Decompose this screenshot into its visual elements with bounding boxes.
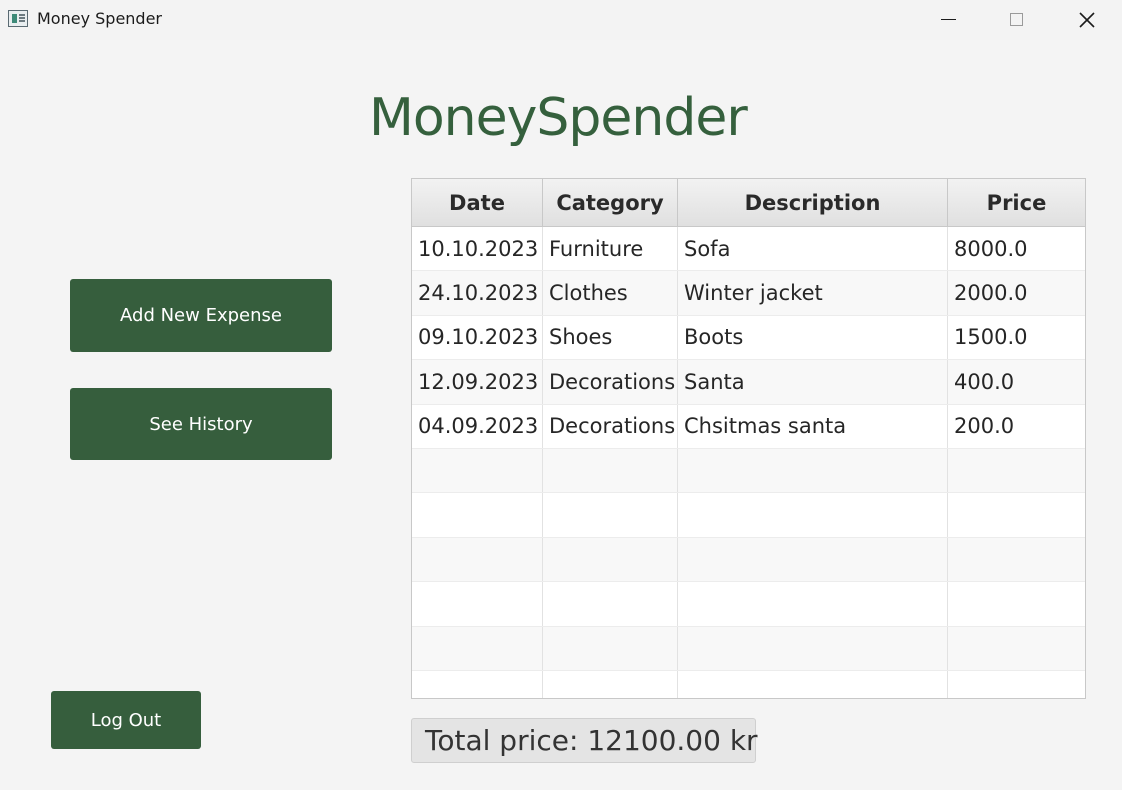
cell-description <box>678 626 948 670</box>
add-new-expense-button[interactable]: Add New Expense <box>70 279 332 352</box>
cell-description: Santa <box>678 360 948 404</box>
cell-date <box>412 582 543 626</box>
app-icon <box>8 10 28 27</box>
window-title: Money Spender <box>37 9 163 28</box>
cell-price <box>948 449 1085 492</box>
cell-price: 1500.0 <box>954 325 1028 350</box>
column-header-price[interactable]: Price <box>948 179 1085 226</box>
cell-description: Sofa <box>678 227 948 271</box>
cell-price <box>948 627 1085 670</box>
cell-category: Shoes <box>543 315 678 360</box>
cell-description <box>678 537 948 582</box>
table-row-empty[interactable] <box>412 537 1085 583</box>
cell-price: 400.0 <box>954 369 1015 394</box>
page-title: MoneySpender <box>369 88 748 148</box>
column-header-description[interactable]: Description <box>678 179 948 226</box>
cell-description <box>678 582 948 626</box>
table-row-empty[interactable] <box>412 670 1085 698</box>
cell-description: Chsitmas santa <box>678 404 948 448</box>
cell-description: Winter jacket <box>678 271 948 315</box>
cell-description: Boots <box>678 315 948 360</box>
cell-category: Decorations <box>543 404 678 448</box>
cell-category <box>543 670 678 698</box>
maximize-button[interactable] <box>994 0 1040 40</box>
close-button[interactable] <box>1064 0 1110 40</box>
cell-price <box>948 538 1085 581</box>
title-bar[interactable]: Money Spender <box>0 0 1122 40</box>
table-row[interactable]: 12.09.2023 Decorations Santa 400.0 <box>412 360 1085 405</box>
cell-category <box>543 448 678 493</box>
table-header: Date Category Description Price <box>412 179 1085 227</box>
cell-date: 24.10.2023 <box>412 271 543 315</box>
table-row[interactable]: 04.09.2023 Decorations Chsitmas santa 20… <box>412 404 1085 449</box>
cell-price <box>948 582 1085 625</box>
app-window: Money Spender MoneySpender Add New Expen… <box>0 0 1122 790</box>
table-row[interactable]: 09.10.2023 Shoes Boots 1500.0 <box>412 315 1085 361</box>
table-row-empty[interactable] <box>412 448 1085 494</box>
cell-category <box>543 493 678 537</box>
cell-date <box>412 493 543 537</box>
column-header-date[interactable]: Date <box>412 179 543 226</box>
cell-price: 2000.0 <box>954 281 1028 306</box>
cell-date: 12.09.2023 <box>412 360 543 404</box>
table-row-empty[interactable] <box>412 582 1085 627</box>
table-body: 10.10.2023 Furniture Sofa 8000.0 24.10.2… <box>412 227 1085 698</box>
cell-category: Furniture <box>543 227 678 271</box>
cell-date <box>412 537 543 582</box>
cell-date: 10.10.2023 <box>412 227 543 271</box>
cell-date <box>412 670 543 698</box>
cell-price <box>948 671 1085 698</box>
log-out-button[interactable]: Log Out <box>51 691 201 749</box>
minimize-button[interactable] <box>925 0 971 40</box>
cell-category: Decorations <box>543 360 678 404</box>
cell-description <box>678 493 948 537</box>
cell-date <box>412 626 543 670</box>
cell-description <box>678 670 948 698</box>
cell-price: 200.0 <box>954 414 1015 439</box>
cell-category <box>543 626 678 670</box>
total-price-label: Total price: 12100.00 kr <box>411 718 758 763</box>
table-row-empty[interactable] <box>412 493 1085 538</box>
table-row-empty[interactable] <box>412 626 1085 671</box>
cell-price <box>948 493 1085 536</box>
table-row[interactable]: 10.10.2023 Furniture Sofa 8000.0 <box>412 227 1085 272</box>
expenses-table[interactable]: Date Category Description Price 10.10.20… <box>411 178 1086 699</box>
cell-category <box>543 582 678 626</box>
column-header-category[interactable]: Category <box>543 179 678 226</box>
table-row[interactable]: 24.10.2023 Clothes Winter jacket 2000.0 <box>412 271 1085 316</box>
cell-category: Clothes <box>543 271 678 315</box>
cell-price: 8000.0 <box>954 236 1028 261</box>
cell-date: 09.10.2023 <box>412 315 543 360</box>
see-history-button[interactable]: See History <box>70 388 332 460</box>
close-icon <box>1079 12 1095 28</box>
cell-category <box>543 537 678 582</box>
cell-date <box>412 448 543 493</box>
cell-description <box>678 448 948 493</box>
cell-date: 04.09.2023 <box>412 404 543 448</box>
